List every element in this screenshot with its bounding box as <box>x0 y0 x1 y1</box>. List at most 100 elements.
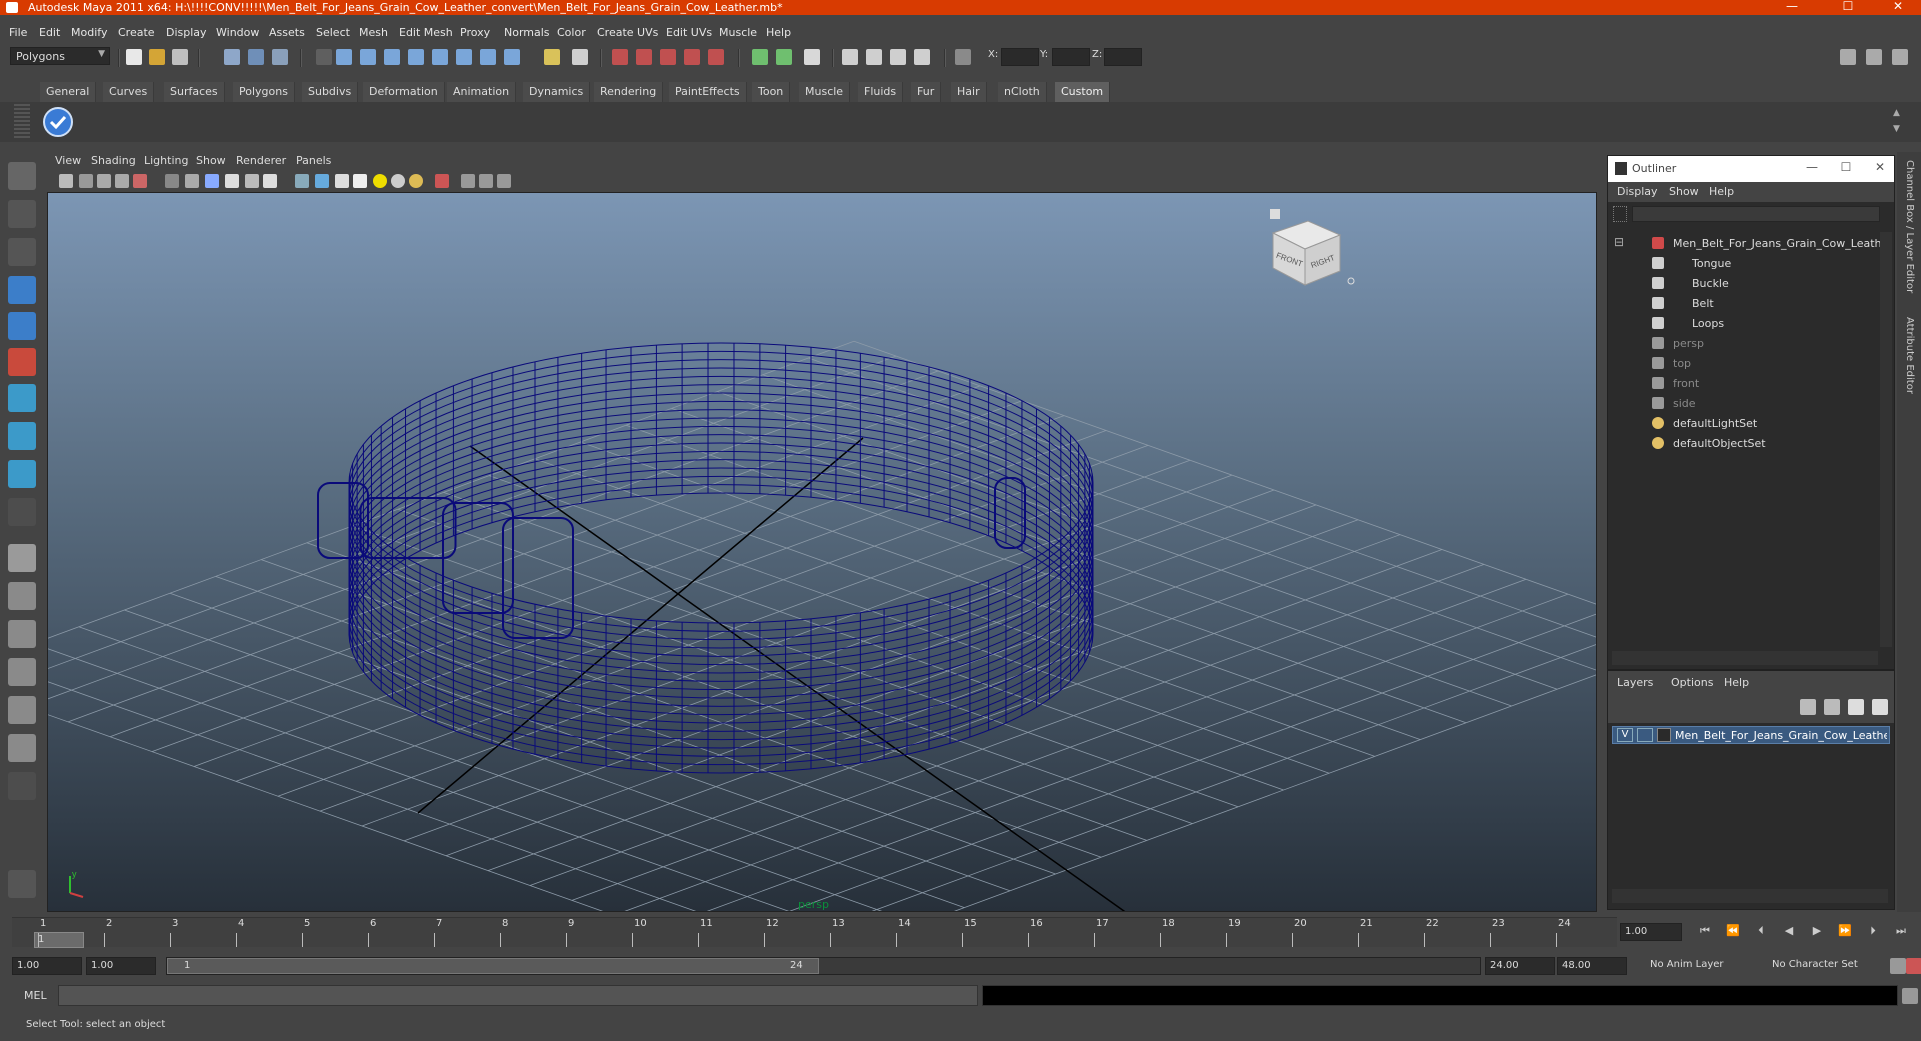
tab-polygons[interactable]: Polygons <box>233 82 295 102</box>
xray-icon[interactable] <box>295 174 309 188</box>
isolate-icon[interactable] <box>315 174 329 188</box>
move-tool-icon[interactable] <box>8 276 36 304</box>
z-field[interactable] <box>1104 48 1142 66</box>
home-icon[interactable] <box>1270 209 1280 219</box>
command-input[interactable] <box>58 985 978 1006</box>
tab-deformation[interactable]: Deformation <box>363 82 445 102</box>
viewport-menu-view[interactable]: View <box>55 154 81 167</box>
outliner-item[interactable]: top <box>1608 354 1878 372</box>
collapse-icon[interactable]: ⊟ <box>1614 235 1624 249</box>
camera-attr-icon[interactable] <box>79 174 93 188</box>
outliner-horizontal-scrollbar[interactable] <box>1612 651 1878 665</box>
tab-fluids[interactable]: Fluids <box>858 82 904 102</box>
bookmark-icon[interactable] <box>97 174 111 188</box>
time-slider-track[interactable]: 1 1 2 3 4 5 6 7 8 9 10 11 12 13 14 15 16 17 18 19 20 21 22 23 2… <box>12 917 1617 948</box>
magnet-icon[interactable] <box>544 49 560 65</box>
snap-point-icon[interactable] <box>384 49 400 65</box>
outliner-menu-display[interactable]: Display <box>1617 185 1658 198</box>
layer-move-up-icon[interactable] <box>1800 699 1816 715</box>
render-view-icon[interactable] <box>684 49 700 65</box>
menu-create[interactable]: Create <box>118 26 155 39</box>
outliner-vertical-scrollbar[interactable] <box>1880 232 1892 647</box>
outliner-item[interactable]: Belt <box>1608 294 1878 312</box>
x-field[interactable] <box>1001 48 1039 66</box>
wire-on-shaded-icon[interactable] <box>245 174 259 188</box>
transform-input-icon[interactable] <box>955 49 971 65</box>
select-by-hierarchy-icon[interactable] <box>224 49 240 65</box>
hypershade-icon[interactable] <box>804 49 820 65</box>
output-ops-icon[interactable] <box>636 49 652 65</box>
resolution-gate-icon[interactable] <box>435 174 449 188</box>
menu-muscle[interactable]: Muscle <box>719 26 757 39</box>
layer-move-down-icon[interactable] <box>1824 699 1840 715</box>
outliner-menu-help[interactable]: Help <box>1709 185 1734 198</box>
outliner-menu-show[interactable]: Show <box>1669 185 1699 198</box>
step-forward-key-icon[interactable]: ⏩ <box>1836 924 1854 940</box>
tab-rendering[interactable]: Rendering <box>594 82 664 102</box>
all-lights-icon[interactable] <box>391 174 405 188</box>
save-scene-icon[interactable] <box>172 49 188 65</box>
outliner-maximize-button[interactable]: ☐ <box>1834 160 1858 178</box>
menu-color[interactable]: Color <box>557 26 586 39</box>
tab-painteffects[interactable]: PaintEffects <box>669 82 747 102</box>
playback-end-field[interactable]: 24.00 <box>1485 957 1555 975</box>
maximize-button[interactable]: ☐ <box>1828 0 1868 14</box>
play-backwards-icon[interactable]: ◀ <box>1780 924 1798 940</box>
new-layer-selected-icon[interactable] <box>1872 699 1888 715</box>
snap-curve-icon[interactable] <box>360 49 376 65</box>
selection-set-icon[interactable] <box>572 49 588 65</box>
history-icon[interactable] <box>480 49 496 65</box>
new-layer-icon[interactable] <box>1848 699 1864 715</box>
layer-menu-options[interactable]: Options <box>1671 676 1713 689</box>
textured-icon[interactable] <box>263 174 277 188</box>
menu-modify[interactable]: Modify <box>71 26 107 39</box>
tab-hair[interactable]: Hair <box>951 82 987 102</box>
anim-layer-dropdown[interactable]: No Anim Layer <box>1646 957 1756 975</box>
scene-canvas[interactable]: FRONT RIGHT y <box>48 193 1597 912</box>
show-manip-icon[interactable] <box>8 460 36 488</box>
layer-playback-toggle[interactable] <box>1637 728 1653 742</box>
snap-surface-icon[interactable] <box>432 49 448 65</box>
y-field[interactable] <box>1052 48 1090 66</box>
render-frame-icon[interactable] <box>708 49 724 65</box>
layer-row[interactable]: V Men_Belt_For_Jeans_Grain_Cow_Leather_ <box>1612 726 1890 744</box>
menu-select[interactable]: Select <box>316 26 350 39</box>
outliner-item[interactable]: defaultLightSet <box>1608 414 1878 432</box>
layer-menu-help[interactable]: Help <box>1724 676 1749 689</box>
viewport-menu-panels[interactable]: Panels <box>296 154 331 167</box>
construction-history-icon[interactable] <box>660 49 676 65</box>
tab-surfaces[interactable]: Surfaces <box>164 82 225 102</box>
viewport-3d[interactable]: FRONT RIGHT y persp <box>47 192 1597 912</box>
tab-custom[interactable]: Custom <box>1055 82 1111 102</box>
minimize-button[interactable]: — <box>1772 0 1812 14</box>
shelf-grip[interactable] <box>14 104 30 140</box>
menu-set-dropdown[interactable]: Polygons ▼ <box>10 47 110 65</box>
tab-toon[interactable]: Toon <box>752 82 791 102</box>
outliner-close-button[interactable]: ✕ <box>1868 160 1892 178</box>
current-time-marker[interactable]: 1 <box>34 932 84 948</box>
menu-create-uvs[interactable]: Create UVs <box>597 26 658 39</box>
outliner-icon[interactable] <box>842 49 858 65</box>
layer-horizontal-scrollbar[interactable] <box>1612 889 1888 903</box>
field-chart-icon[interactable] <box>497 174 511 188</box>
outliner-item[interactable]: ⊟ Men_Belt_For_Jeans_Grain_Cow_Leath <box>1608 234 1882 252</box>
command-language-label[interactable]: MEL <box>24 989 47 1002</box>
show-channel-box-icon[interactable] <box>1892 49 1908 65</box>
viewcube-menu-icon[interactable] <box>1347 277 1355 285</box>
default-light-icon[interactable] <box>373 174 387 188</box>
graph-editor-icon[interactable] <box>866 49 882 65</box>
tab-general[interactable]: General <box>40 82 97 102</box>
outliner-item[interactable]: front <box>1608 374 1878 392</box>
tab-animation[interactable]: Animation <box>447 82 517 102</box>
film-gate-icon[interactable] <box>133 174 147 188</box>
anim-prefs-icon[interactable] <box>1906 958 1921 974</box>
playback-start-field[interactable]: 1.00 <box>86 957 156 975</box>
tab-dynamics[interactable]: Dynamics <box>523 82 591 102</box>
outliner-filter-input[interactable] <box>1632 206 1880 222</box>
outliner-item[interactable]: defaultObjectSet <box>1608 434 1878 452</box>
step-back-frame-icon[interactable]: ⏴ <box>1752 924 1770 940</box>
tool-settings-icon[interactable] <box>914 49 930 65</box>
outliner-item[interactable]: side <box>1608 394 1878 412</box>
select-by-component-icon[interactable] <box>272 49 288 65</box>
wireframe-icon[interactable] <box>185 174 199 188</box>
